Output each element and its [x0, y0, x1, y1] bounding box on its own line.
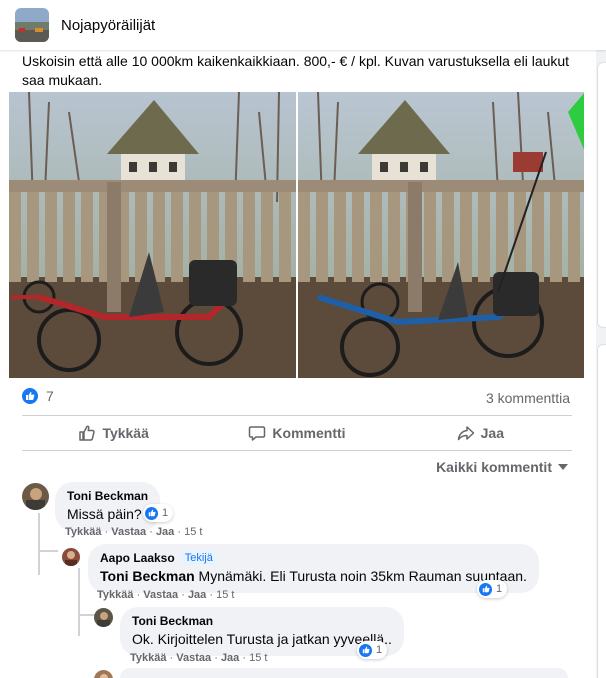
chevron-down-icon: [558, 464, 568, 470]
comment-bubble: Aapo Laakso Tekijä Toni Beckman Mynämäki…: [88, 544, 539, 593]
comment-reaction-count: 1: [496, 583, 503, 595]
comment-author[interactable]: Toni Beckman: [132, 614, 392, 628]
divider: [22, 450, 572, 451]
like-reaction-icon: [359, 643, 372, 657]
comment-share-link[interactable]: Jaa: [188, 589, 206, 601]
comment-count-link[interactable]: 3 kommenttia: [486, 390, 570, 406]
post-actions: Tykkää Kommentti Jaa: [22, 416, 572, 450]
like-reaction-icon: [479, 582, 492, 596]
comment-timestamp[interactable]: 15 t: [249, 652, 267, 664]
photo-red-trike[interactable]: [9, 92, 296, 378]
comment-text-body: Mynämäki. Eli Turusta noin 35km Rauman s…: [194, 568, 527, 584]
avatar[interactable]: [62, 548, 80, 566]
comment-author[interactable]: Aapo Laakso: [100, 551, 175, 565]
speech-bubble-icon: [249, 426, 266, 441]
comment-meta: Tykkää · Vastaa · Jaa · 15 t: [65, 526, 203, 538]
group-avatar[interactable]: [15, 8, 49, 42]
comment-author[interactable]: Toni Beckman: [67, 489, 148, 503]
adjacent-card-edge: [597, 344, 606, 678]
comment-share-link[interactable]: Jaa: [221, 652, 239, 664]
like-button-label: Tykkää: [102, 425, 149, 441]
post-text: Uskoisin että alle 10 000km kaikenkaikki…: [22, 53, 570, 88]
comment-reply-link[interactable]: Vastaa: [143, 589, 178, 601]
like-reaction-icon: [145, 506, 158, 520]
share-button[interactable]: Jaa: [389, 416, 572, 450]
like-reaction-icon: [22, 388, 38, 404]
thumbs-up-icon: [79, 425, 96, 441]
comment-timestamp[interactable]: 15 t: [184, 526, 202, 538]
comment-reaction[interactable]: 1: [143, 504, 174, 522]
comment-text: Missä päin?: [67, 506, 142, 522]
share-button-label: Jaa: [480, 425, 504, 441]
comment-text: Toni Beckman Mynämäki. Eli Turusta noin …: [100, 567, 527, 585]
group-name[interactable]: Nojapyöräilijät: [61, 17, 155, 34]
thread-line: [38, 550, 58, 552]
avatar[interactable]: [94, 670, 113, 678]
comment-button-label: Kommentti: [272, 425, 346, 441]
group-header[interactable]: Nojapyöräilijät: [0, 0, 606, 50]
comment-share-link[interactable]: Jaa: [156, 526, 174, 538]
like-button[interactable]: Tykkää: [22, 416, 205, 450]
comment-author-row: Aapo Laakso Tekijä: [100, 551, 527, 565]
comment-bubble: [120, 668, 568, 678]
comment-reply-link[interactable]: Vastaa: [111, 526, 146, 538]
comment-meta: Tykkää · Vastaa · Jaa · 15 t: [97, 589, 235, 601]
post-card: Uskoisin että alle 10 000km kaikenkaikki…: [0, 50, 596, 678]
comment-like-link[interactable]: Tykkää: [130, 652, 167, 664]
comment-reaction-count: 1: [162, 507, 169, 519]
photo-blue-trike[interactable]: [297, 92, 584, 378]
adjacent-card-edge: [597, 62, 606, 328]
comment-sort-label: Kaikki kommentit: [436, 459, 552, 475]
comment-reply-link[interactable]: Vastaa: [176, 652, 211, 664]
comment-text: Ok. Kirjoittelen Turusta ja jatkan yyvee…: [132, 631, 392, 647]
comment-like-link[interactable]: Tykkää: [65, 526, 102, 538]
mention-link[interactable]: Toni Beckman: [100, 568, 195, 584]
comment-timestamp[interactable]: 15 t: [216, 589, 234, 601]
thread-line: [78, 568, 80, 636]
comment-like-link[interactable]: Tykkää: [97, 589, 134, 601]
post-photos: [9, 92, 584, 378]
facebook-group-post-view: Nojapyöräilijät Uskoisin että alle 10 00…: [0, 0, 606, 678]
comment-sort-dropdown[interactable]: Kaikki kommentit: [436, 459, 568, 475]
reaction-count: 7: [46, 388, 54, 404]
avatar[interactable]: [94, 608, 113, 627]
share-arrow-icon: [457, 426, 474, 441]
reaction-summary[interactable]: 7: [22, 388, 54, 404]
comment-reaction[interactable]: 1: [477, 580, 508, 598]
comment-meta: Tykkää · Vastaa · Jaa · 15 t: [130, 652, 268, 664]
comment-reaction[interactable]: 1: [357, 641, 388, 659]
comment-reaction-count: 1: [376, 644, 383, 656]
author-badge: Tekijä: [180, 551, 217, 565]
comment-button[interactable]: Kommentti: [205, 416, 388, 450]
thread-line: [38, 513, 40, 575]
avatar[interactable]: [22, 483, 49, 510]
